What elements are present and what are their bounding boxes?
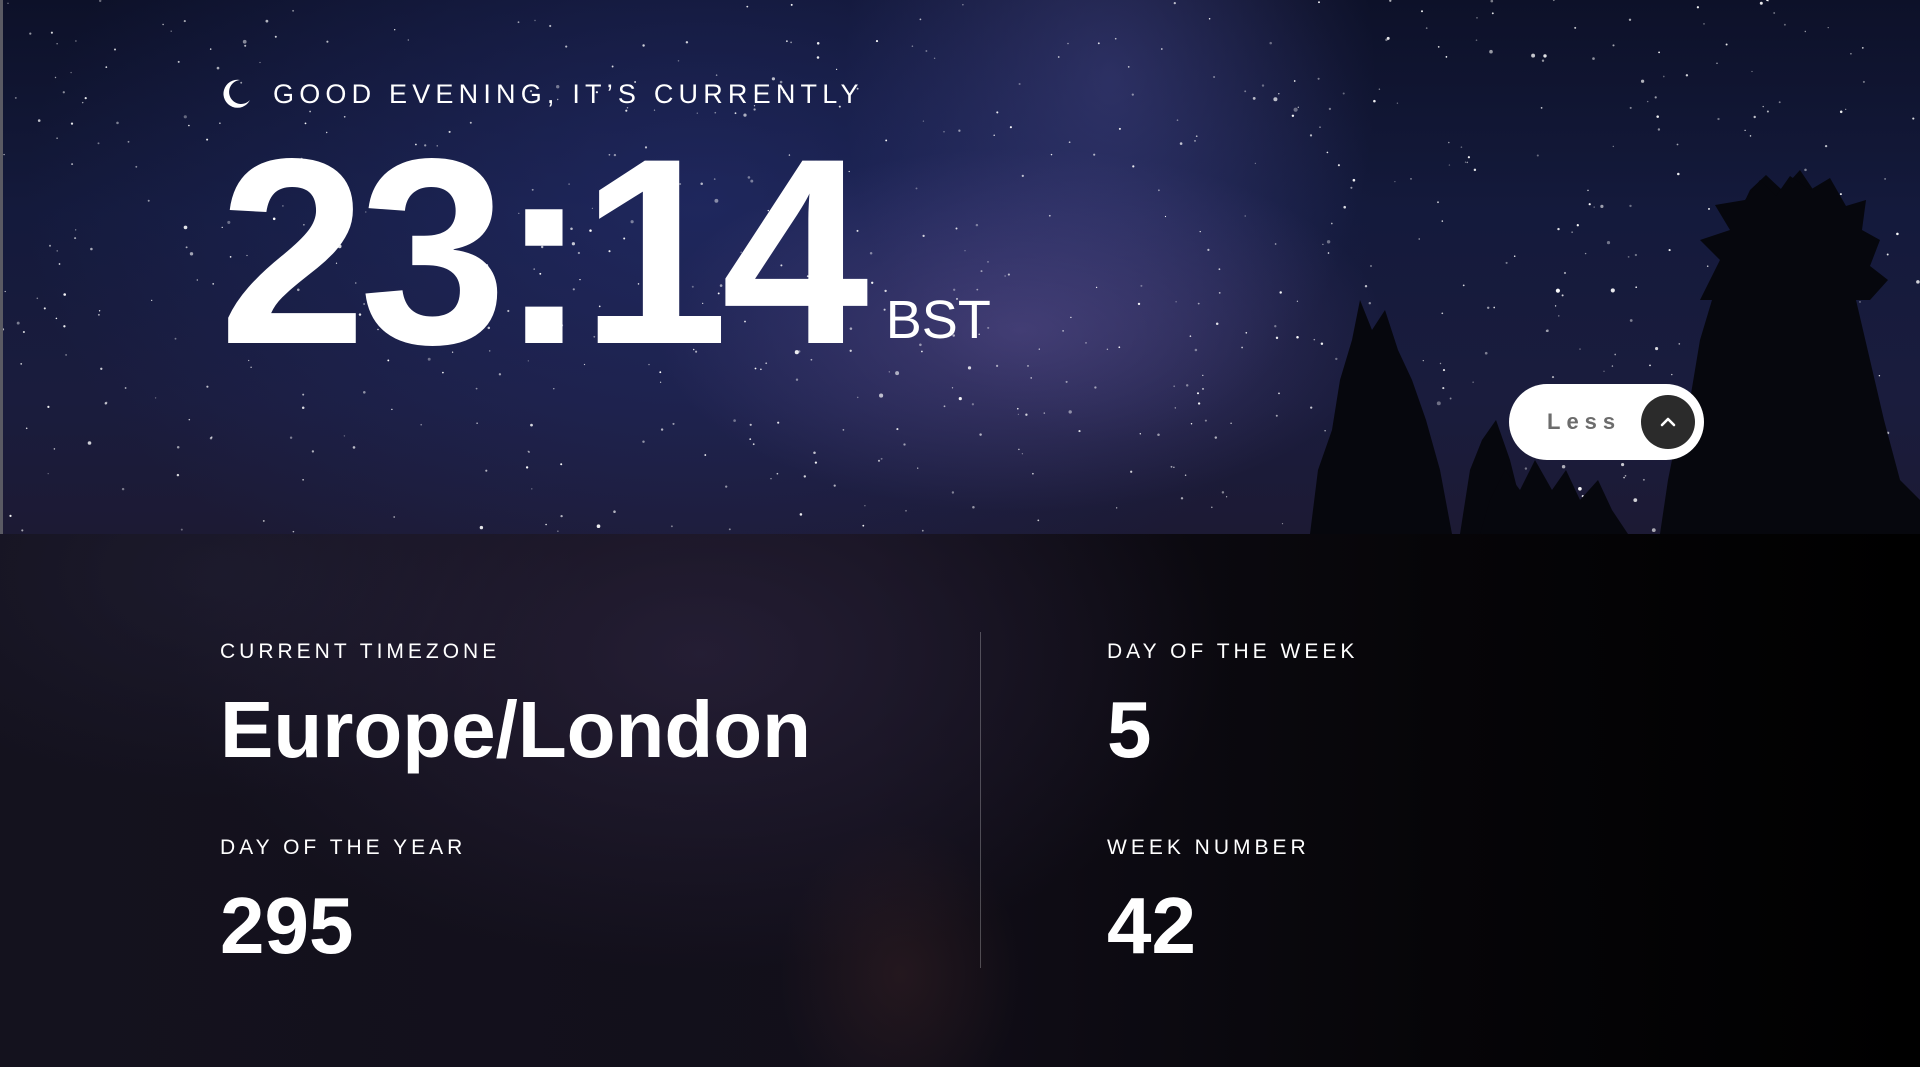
timezone-abbreviation: BST — [885, 290, 991, 350]
timezone-stat: Current timezone Europe/London — [220, 641, 811, 770]
details-panel: Current timezone Europe/London Day of th… — [0, 534, 1920, 1067]
clock: 23:14 BST — [219, 120, 991, 385]
timezone-label: Current timezone — [220, 640, 501, 663]
chevron-up-icon — [1660, 417, 1676, 427]
toggle-circle — [1641, 395, 1695, 449]
timezone-value: Europe/London — [220, 685, 812, 774]
week-number-stat: Week number 42 — [1107, 837, 1310, 966]
day-of-week-label: Day of the week — [1107, 640, 1359, 663]
less-button[interactable]: Less — [1509, 384, 1704, 460]
day-of-year-label: Day of the year — [220, 836, 467, 859]
clock-time: 23:14 — [219, 104, 869, 400]
day-of-week-stat: Day of the week 5 — [1107, 641, 1358, 770]
window-edge — [0, 0, 3, 534]
panel-divider — [980, 632, 981, 968]
day-of-year-value: 295 — [220, 881, 354, 970]
less-button-label: Less — [1547, 409, 1622, 434]
week-number-label: Week number — [1107, 836, 1310, 859]
week-number-value: 42 — [1107, 881, 1196, 970]
day-of-week-value: 5 — [1107, 685, 1152, 774]
day-of-year-stat: Day of the year 295 — [220, 837, 466, 966]
hero-background: Good evening, it’s currently 23:14 BST L… — [0, 0, 1920, 534]
